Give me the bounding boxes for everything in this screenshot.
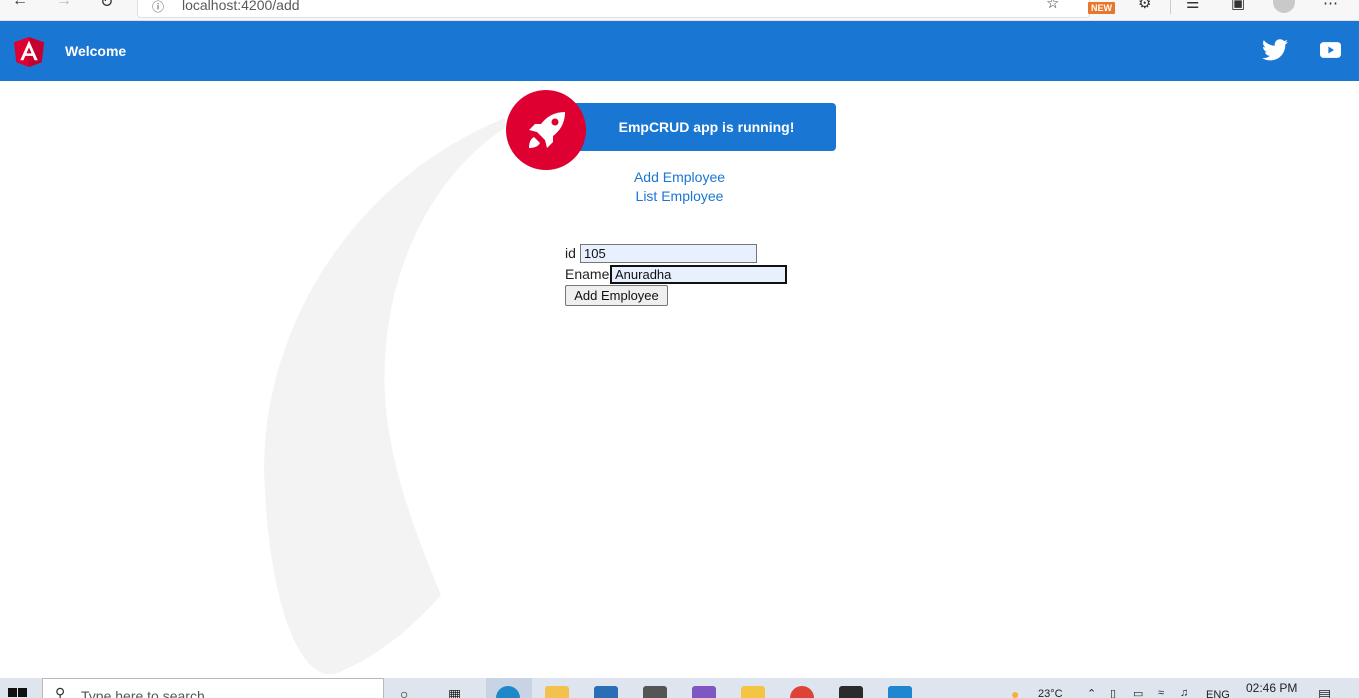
sticky-notes-icon[interactable] <box>741 686 765 698</box>
cortana-icon[interactable]: ○ <box>400 686 408 698</box>
id-input[interactable] <box>580 244 757 263</box>
rocket-icon <box>529 112 565 148</box>
search-placeholder: Type here to search <box>81 688 205 698</box>
media-icon[interactable] <box>643 686 667 698</box>
windows-start-icon[interactable] <box>8 688 28 698</box>
display-icon[interactable]: ▭ <box>1133 687 1143 698</box>
id-label: id <box>565 245 576 261</box>
add-employee-button[interactable]: Add Employee <box>565 285 668 306</box>
add-employee-link[interactable]: Add Employee <box>634 169 725 185</box>
weather-icon[interactable]: ● <box>1011 686 1019 698</box>
notification-icon[interactable]: ▤ <box>1318 686 1331 698</box>
list-employee-link[interactable]: List Employee <box>636 188 724 204</box>
wifi-icon[interactable]: ≈ <box>1158 687 1164 698</box>
windows-taskbar: ⚲ Type here to search ○ ▦ ● 23°C ⌃ ▯ ▭ ≈… <box>0 678 1359 698</box>
language-indicator[interactable]: ENG <box>1206 689 1230 698</box>
nav-add-employee: Add Employee <box>0 169 1359 185</box>
battery-icon[interactable]: ▯ <box>1110 687 1116 698</box>
tray-chevron-icon[interactable]: ⌃ <box>1087 687 1096 698</box>
clock[interactable]: 02:46 PM <box>1246 681 1297 695</box>
task-view-icon[interactable]: ▦ <box>448 686 461 698</box>
app-icon[interactable] <box>839 686 863 698</box>
nav-list-employee: List Employee <box>0 188 1359 204</box>
volume-icon[interactable]: ♫ <box>1180 687 1188 698</box>
chrome-icon[interactable] <box>790 686 814 698</box>
vscode-icon[interactable] <box>888 686 912 698</box>
file-explorer-icon[interactable] <box>545 686 569 698</box>
rocket-badge <box>506 90 586 170</box>
ename-label: Ename <box>565 266 610 282</box>
ename-input[interactable] <box>610 265 787 284</box>
mail-icon[interactable] <box>594 686 618 698</box>
temperature[interactable]: 23°C <box>1038 688 1063 698</box>
search-icon: ⚲ <box>55 685 66 698</box>
taskbar-search[interactable]: ⚲ Type here to search <box>42 678 384 698</box>
visual-studio-icon[interactable] <box>692 686 716 698</box>
